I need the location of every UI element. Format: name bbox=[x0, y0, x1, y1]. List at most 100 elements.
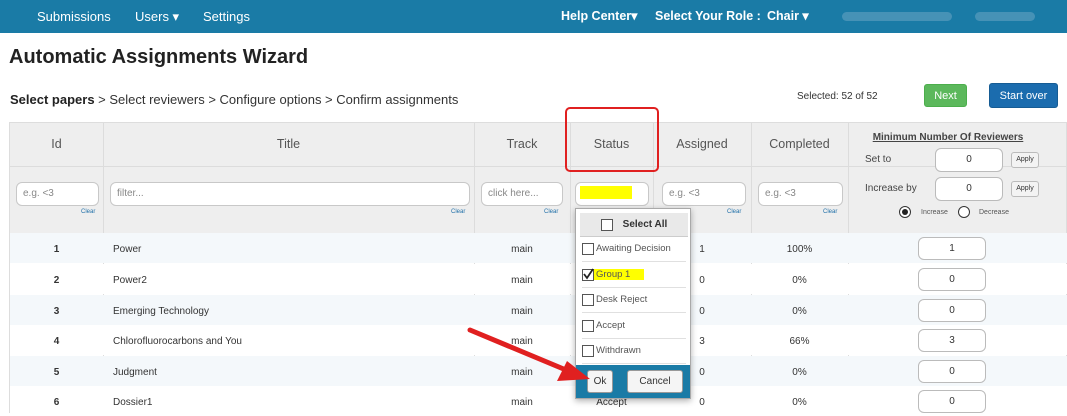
row-track: main bbox=[511, 367, 533, 378]
completed-filter-input[interactable]: e.g. <3 bbox=[758, 182, 843, 206]
nav-settings[interactable]: Settings bbox=[203, 0, 250, 33]
id-filter-input[interactable]: e.g. <3 bbox=[16, 182, 99, 206]
blurred-username bbox=[842, 12, 952, 21]
row-title: Emerging Technology bbox=[113, 306, 209, 317]
selection-count: Selected: 52 of 52 bbox=[797, 91, 878, 102]
next-button[interactable]: Next bbox=[924, 84, 967, 107]
row-track: main bbox=[511, 336, 533, 347]
column-header-assigned[interactable]: Assigned bbox=[653, 137, 751, 151]
checkbox-icon[interactable] bbox=[582, 243, 594, 255]
top-navbar: Submissions Users ▾ Settings Help Center… bbox=[0, 0, 1067, 33]
decrease-radio[interactable] bbox=[958, 206, 970, 218]
select-all-option[interactable]: Select All bbox=[580, 213, 688, 237]
decrease-radio-label: Decrease bbox=[979, 209, 1009, 216]
status-option-label: Awaiting Decision bbox=[596, 243, 671, 254]
track-filter-input[interactable]: click here... bbox=[481, 182, 563, 206]
checkbox-icon[interactable] bbox=[582, 294, 594, 306]
table-row[interactable]: 6 Dossier1 main Accept 0 0% 0 bbox=[10, 386, 1067, 416]
breadcrumb-remaining-steps: > Select reviewers > Configure options >… bbox=[94, 92, 459, 107]
status-option[interactable]: Accept bbox=[582, 314, 686, 339]
row-min-reviewers-input[interactable]: 0 bbox=[918, 360, 986, 383]
row-id: 5 bbox=[53, 367, 60, 378]
row-min-reviewers-input[interactable]: 0 bbox=[918, 268, 986, 291]
track-filter-clear[interactable]: Clear bbox=[544, 209, 558, 215]
status-option[interactable]: Group 1 bbox=[582, 263, 686, 288]
status-filter-highlight bbox=[580, 186, 632, 199]
select-all-label: Select All bbox=[622, 219, 668, 230]
row-track: main bbox=[511, 275, 533, 286]
wizard-breadcrumb: Select papers > Select reviewers > Confi… bbox=[10, 92, 458, 107]
assigned-filter-clear[interactable]: Clear bbox=[727, 209, 741, 215]
column-header-track[interactable]: Track bbox=[474, 137, 570, 151]
row-completed: 100% bbox=[786, 244, 813, 255]
completed-filter-clear[interactable]: Clear bbox=[823, 209, 837, 215]
table-row[interactable]: 2 Power2 main 0 0% 0 bbox=[10, 264, 1067, 294]
row-min-reviewers-input[interactable]: 0 bbox=[918, 390, 986, 413]
row-title: Judgment bbox=[113, 367, 157, 378]
role-label: Select Your Role : bbox=[655, 9, 761, 23]
set-to-input[interactable]: 0 bbox=[935, 148, 1003, 172]
row-min-reviewers-input[interactable]: 3 bbox=[918, 329, 986, 352]
checked-checkbox-icon[interactable] bbox=[582, 268, 594, 281]
set-to-apply-button[interactable]: Apply bbox=[1011, 152, 1039, 168]
increase-by-apply-button[interactable]: Apply bbox=[1011, 181, 1039, 197]
row-id: 6 bbox=[53, 397, 60, 408]
row-completed: 0% bbox=[792, 367, 807, 378]
row-title: Chlorofluorocarbons and You bbox=[113, 336, 242, 347]
column-header-title[interactable]: Title bbox=[103, 137, 474, 151]
nav-submissions[interactable]: Submissions bbox=[37, 0, 111, 33]
row-id: 2 bbox=[53, 275, 60, 286]
title-filter-clear[interactable]: Clear bbox=[451, 209, 465, 215]
row-completed: 66% bbox=[789, 336, 810, 347]
column-header-id[interactable]: Id bbox=[10, 137, 103, 151]
row-title: Power2 bbox=[113, 275, 147, 286]
blurred-account bbox=[975, 12, 1035, 21]
start-over-button[interactable]: Start over bbox=[989, 83, 1058, 108]
status-option-label: Withdrawn bbox=[596, 345, 641, 356]
ok-button[interactable]: Ok bbox=[587, 370, 613, 393]
title-filter-input[interactable]: filter... bbox=[110, 182, 470, 206]
status-option-label: Desk Reject bbox=[596, 294, 648, 305]
increase-radio-label: Increase bbox=[921, 209, 948, 216]
status-option[interactable]: Withdrawn bbox=[582, 339, 686, 364]
row-title: Dossier1 bbox=[113, 397, 153, 408]
select-all-checkbox[interactable] bbox=[601, 219, 613, 231]
assigned-filter-input[interactable]: e.g. <3 bbox=[662, 182, 746, 206]
increase-by-label: Increase by bbox=[865, 183, 917, 194]
nav-users-menu[interactable]: Users ▾ bbox=[135, 0, 179, 33]
table-row[interactable]: 5 Judgment main 0 0% 0 bbox=[10, 356, 1067, 386]
table-row[interactable]: 1 Power main 1 100% 1 bbox=[10, 233, 1067, 263]
increase-by-input[interactable]: 0 bbox=[935, 177, 1003, 201]
status-header-annotation bbox=[565, 107, 659, 172]
table-row[interactable]: 3 Emerging Technology main 0 0% 0 bbox=[10, 295, 1067, 325]
status-option[interactable]: Desk Reject bbox=[582, 288, 686, 313]
id-filter-clear[interactable]: Clear bbox=[81, 209, 95, 215]
increase-radio[interactable] bbox=[899, 206, 911, 218]
row-id: 1 bbox=[53, 244, 60, 255]
page-title: Automatic Assignments Wizard bbox=[9, 46, 309, 68]
table-row[interactable]: 4 Chlorofluorocarbons and You main 3 66% 3 bbox=[10, 325, 1067, 355]
row-track: main bbox=[511, 244, 533, 255]
row-track: main bbox=[511, 306, 533, 317]
cancel-button[interactable]: Cancel bbox=[627, 370, 683, 393]
row-min-reviewers-input[interactable]: 0 bbox=[918, 299, 986, 322]
row-track: main bbox=[511, 397, 533, 408]
row-completed: 0% bbox=[792, 397, 807, 408]
row-title: Power bbox=[113, 244, 142, 255]
status-option-label: Group 1 bbox=[594, 268, 645, 280]
nav-help-center[interactable]: Help Center▾ bbox=[561, 0, 637, 33]
status-filter-dropdown: Select All Awaiting Decision Group 1 Desk … bbox=[575, 208, 691, 399]
status-option-label: Accept bbox=[596, 319, 626, 331]
row-completed: 0% bbox=[792, 275, 807, 286]
min-reviewers-title: Minimum Number Of Reviewers bbox=[872, 132, 1024, 143]
row-id: 4 bbox=[53, 336, 60, 347]
dropdown-footer: Ok Cancel bbox=[576, 365, 690, 398]
column-header-completed[interactable]: Completed bbox=[751, 137, 848, 151]
status-option[interactable]: Awaiting Decision bbox=[582, 237, 686, 262]
row-min-reviewers-input[interactable]: 1 bbox=[918, 237, 986, 260]
role-selector[interactable]: Chair ▾ bbox=[767, 0, 809, 33]
checkbox-icon[interactable] bbox=[582, 319, 594, 332]
checkbox-icon[interactable] bbox=[582, 345, 594, 357]
set-to-label: Set to bbox=[865, 154, 892, 165]
row-completed: 0% bbox=[792, 306, 807, 317]
